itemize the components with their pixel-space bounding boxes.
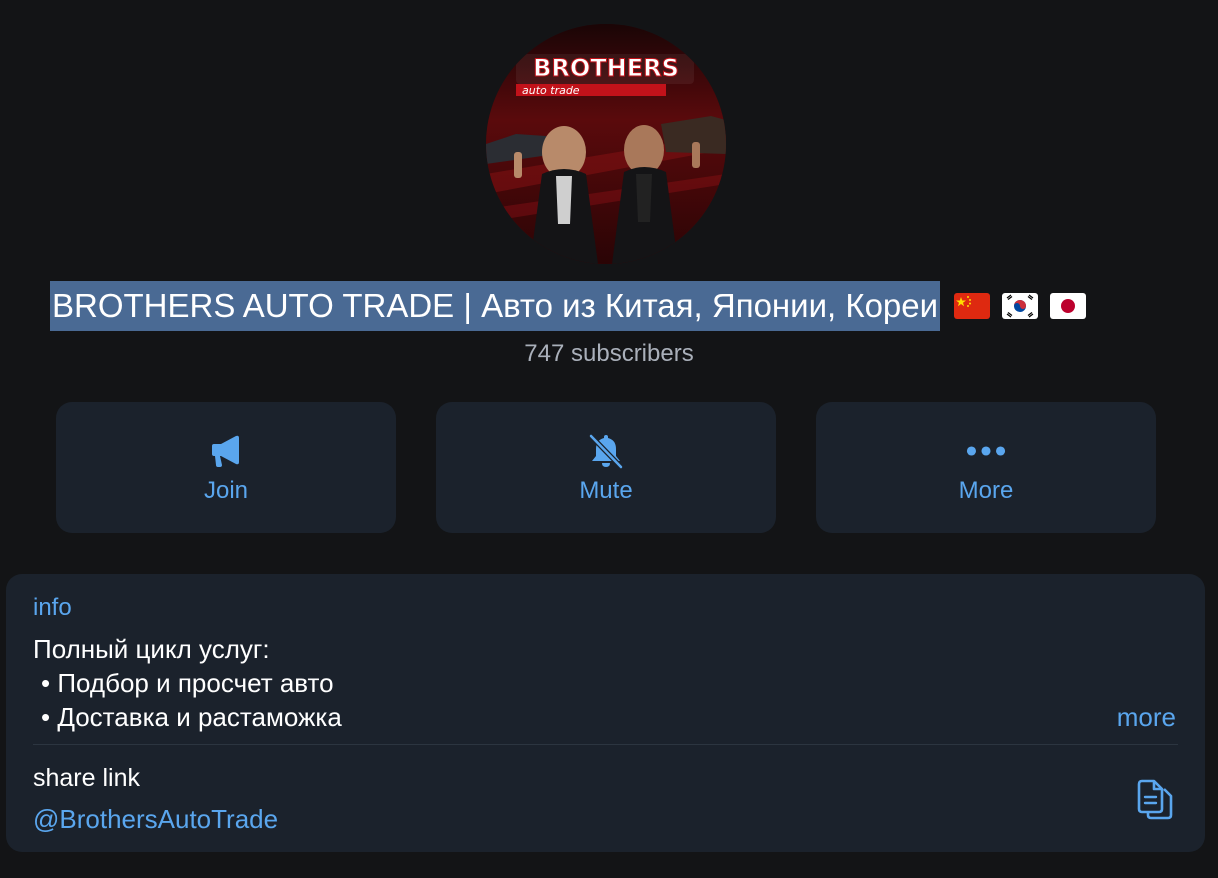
subscriber-count: 747 subscribers [524, 340, 694, 367]
avatar-logo-brand: BROTHERS [533, 54, 679, 82]
copy-icon[interactable] [1133, 776, 1175, 822]
more-button[interactable]: More [816, 402, 1156, 533]
megaphone-icon [206, 431, 246, 471]
info-line: Полный цикл услуг: [33, 634, 270, 664]
channel-avatar[interactable]: BROTHERS auto trade [486, 24, 726, 264]
join-button[interactable]: Join [56, 402, 396, 533]
info-card: info Полный цикл услуг: • Подбор и просч… [6, 574, 1205, 852]
action-buttons: Join Mute More [56, 402, 1156, 533]
channel-profile-page: BROTHERS auto trade BROTHERS AUTO TRADE … [0, 0, 1218, 878]
more-label: More [958, 476, 1014, 504]
share-link-label: share link [33, 764, 140, 792]
info-line: • Подбор и просчет авто [41, 668, 334, 698]
avatar-logo-tagline: auto trade [522, 84, 580, 97]
info-more-link[interactable]: more [1117, 700, 1176, 734]
info-header: info [33, 594, 72, 621]
flags-group [954, 293, 1087, 319]
join-label: Join [203, 476, 249, 504]
ellipsis-icon [966, 431, 1006, 471]
share-link-handle[interactable]: @BrothersAutoTrade [33, 804, 278, 835]
info-line: • Доставка и растаможка [41, 702, 342, 732]
japan-flag-icon [1050, 293, 1087, 319]
bell-slash-icon [586, 431, 626, 471]
china-flag-icon [954, 293, 991, 319]
mute-button[interactable]: Mute [436, 402, 776, 533]
divider [33, 744, 1178, 745]
mute-label: Mute [579, 476, 633, 504]
channel-title-row: BROTHERS AUTO TRADE | Авто из Китая, Япо… [50, 281, 1087, 331]
channel-title[interactable]: BROTHERS AUTO TRADE | Авто из Китая, Япо… [50, 281, 941, 331]
south-korea-flag-icon [1002, 293, 1039, 319]
avatar-image: BROTHERS auto trade [486, 24, 726, 264]
info-description[interactable]: Полный цикл услуг: • Подбор и просчет ав… [33, 632, 342, 734]
